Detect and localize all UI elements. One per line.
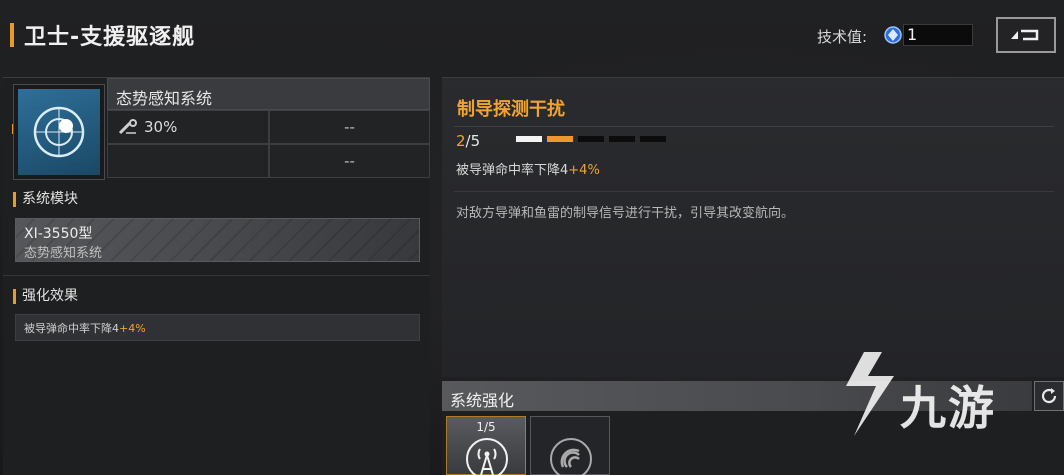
module-stat-value: 30% — [144, 118, 178, 136]
tech-value-label: 技术值: — [817, 28, 868, 46]
effect-text: 被导弹命中率下降4 — [24, 322, 119, 335]
level-segment — [578, 136, 604, 142]
skill-level-bar — [516, 136, 666, 142]
sonar-icon — [550, 438, 592, 475]
skill-level-current: 2 — [456, 132, 466, 150]
skill-description: 对敌方导弹和鱼雷的制导信号进行干扰，引导其改变航向。 — [456, 206, 795, 221]
signal-tower-icon — [466, 438, 508, 475]
tech-value: 1 — [907, 25, 918, 44]
module-name: 态势感知系统 — [107, 78, 430, 110]
divider — [3, 275, 430, 276]
page-title: 卫士-支援驱逐舰 — [24, 25, 196, 50]
divider — [454, 191, 1054, 192]
back-button[interactable] — [996, 17, 1056, 53]
module-model: XI-3550型 — [24, 226, 93, 242]
system-enhance-title: 系统强化 — [450, 391, 515, 410]
module-info-grid: 态势感知系统 30% -- -- — [107, 78, 430, 181]
refresh-button[interactable] — [1034, 381, 1064, 411]
wrench-icon — [118, 119, 137, 135]
module-empty-cell-1: -- — [269, 110, 430, 144]
module-icon-frame[interactable] — [13, 84, 105, 180]
level-segment — [640, 136, 666, 142]
skill-name: 制导探测干扰 — [457, 99, 565, 120]
skill-stat: 被导弹命中率下降4+4% — [456, 159, 600, 178]
enhance-effects-heading: 强化效果 — [13, 289, 78, 304]
title-accent-bar — [10, 23, 14, 47]
divider — [454, 126, 1054, 127]
skill-stat-text: 被导弹命中率下降4 — [456, 163, 569, 178]
effect-bonus: +4% — [119, 322, 146, 335]
level-segment — [609, 136, 635, 142]
watermark-text: 九游 — [900, 381, 996, 435]
enhance-slot-2[interactable] — [530, 416, 610, 475]
module-stat-cell: 30% — [107, 110, 269, 144]
skill-level-max: /5 — [465, 132, 481, 150]
level-segment — [547, 136, 573, 142]
radar-icon — [33, 106, 85, 158]
skill-stat-bonus: +4% — [568, 163, 600, 178]
effect-row: 被导弹命中率下降4+4% — [15, 314, 420, 341]
back-icon — [1011, 29, 1039, 41]
refresh-icon — [1041, 388, 1057, 404]
enhance-slot-1[interactable]: 1/5 — [446, 416, 526, 475]
module-panel: 态势感知系统 30% -- -- 系统模块 XI-3550型 态势感知系统 强化… — [3, 77, 430, 475]
level-segment — [516, 136, 542, 142]
module-card[interactable]: XI-3550型 态势感知系统 — [15, 218, 420, 262]
header: 卫士-支援驱逐舰 技术值: 1 — [0, 0, 1064, 70]
system-modules-heading: 系统模块 — [13, 192, 78, 207]
slot-level-label: 1/5 — [476, 420, 496, 434]
module-blank-cell — [107, 144, 269, 178]
module-empty-cell-2: -- — [269, 144, 430, 178]
skill-detail-panel: 制导探测干扰 2/5 被导弹命中率下降4+4% 对敌方导弹和鱼雷的制导信号进行干… — [442, 77, 1064, 377]
skill-level: 2/5 — [456, 132, 480, 150]
module-subtitle: 态势感知系统 — [24, 246, 103, 261]
tech-gem-icon — [884, 26, 902, 44]
